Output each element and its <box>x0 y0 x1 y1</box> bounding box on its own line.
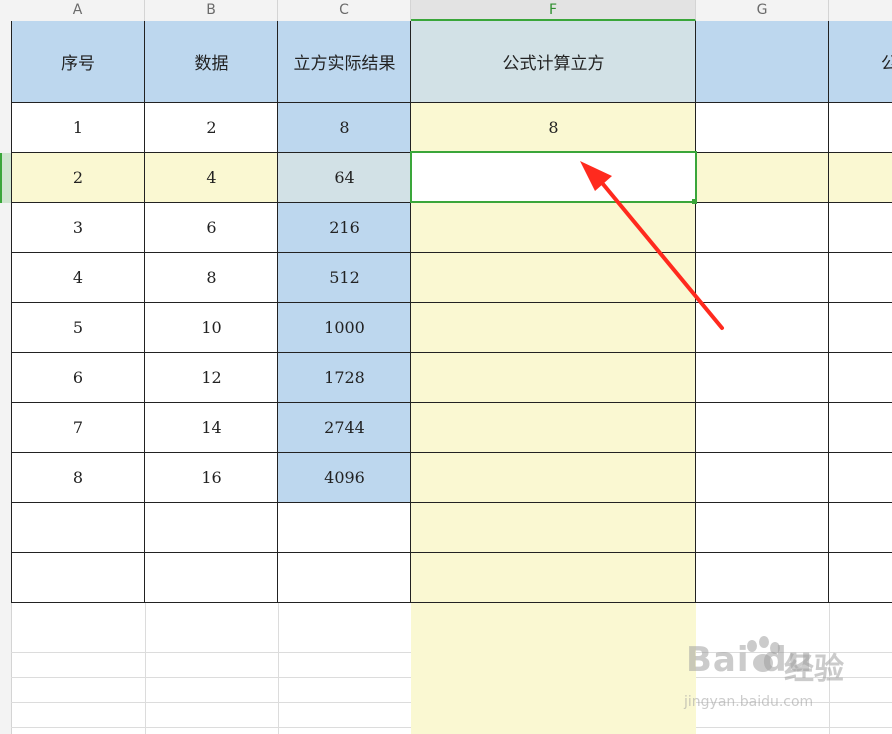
red-arrow-annotation <box>580 161 724 330</box>
baidu-jingyan-watermark: Bai du 经验 jingyan.baidu.com <box>682 636 887 716</box>
spreadsheet: A B C F G 序号 数据 立方实际结果 公式计算立方 公 1 2 8 8 2 4 64… <box>0 0 892 734</box>
watermark-title: 经验 <box>784 652 844 687</box>
arrow-shaft <box>596 176 724 330</box>
watermark-url: jingyan.baidu.com <box>684 694 814 710</box>
